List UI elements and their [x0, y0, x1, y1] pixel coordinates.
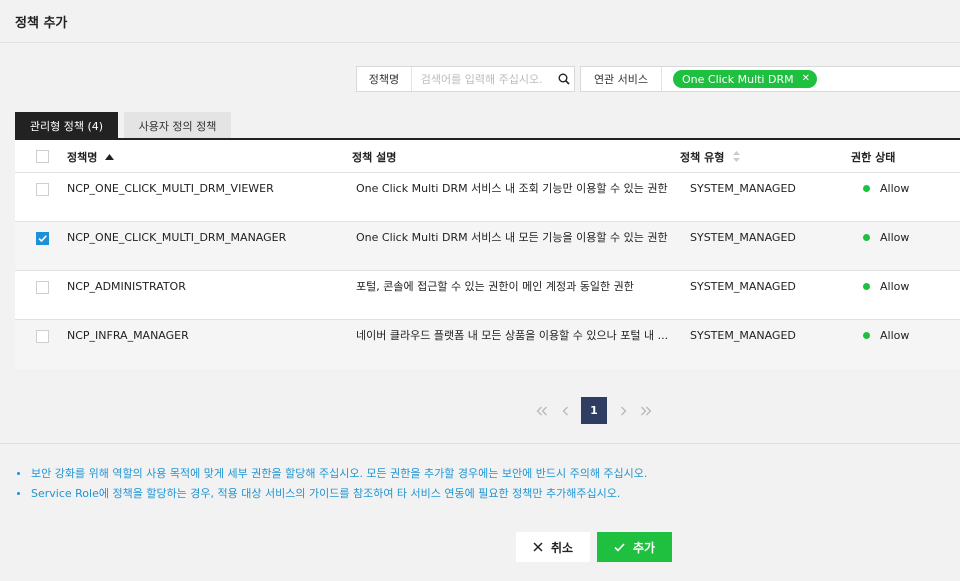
table-row[interactable]: NCP_ONE_CLICK_MULTI_DRM_MANAGER One Clic…: [15, 222, 960, 271]
column-header-status: 권한 상태: [851, 150, 896, 164]
policy-status: Allow: [863, 222, 909, 252]
table-row[interactable]: NCP_INFRA_MANAGER 네이버 클라우드 플랫폼 내 모든 상품을 …: [15, 320, 960, 369]
column-header-description: 정책 설명: [352, 150, 397, 164]
policy-name: NCP_ONE_CLICK_MULTI_DRM_MANAGER: [67, 230, 287, 244]
first-page-icon[interactable]: [534, 397, 550, 424]
status-dot-icon: [863, 233, 870, 241]
search-icon[interactable]: [555, 69, 574, 89]
policy-search: 정책명: [356, 66, 575, 92]
guide-notes: 보안 강화를 위해 역할의 사용 목적에 맞게 세부 권한을 할당해 주십시오.…: [17, 465, 647, 505]
section-divider: [0, 443, 960, 444]
row-checkbox[interactable]: [36, 281, 49, 294]
column-header-label: 정책 유형: [680, 150, 725, 164]
policy-status: Allow: [863, 173, 909, 203]
chip-close-icon[interactable]: ✕: [802, 74, 810, 84]
sort-asc-icon[interactable]: [105, 153, 115, 160]
status-label: Allow: [880, 181, 910, 195]
policy-status: Allow: [863, 271, 909, 301]
row-checkbox[interactable]: [36, 183, 49, 196]
search-label: 정책명: [357, 67, 412, 91]
status-label: Allow: [880, 328, 910, 342]
status-dot-icon: [863, 331, 870, 339]
policy-type: SYSTEM_MANAGED: [690, 181, 796, 195]
row-checkbox[interactable]: [36, 232, 49, 245]
column-header-type[interactable]: 정책 유형: [680, 140, 741, 173]
page-title: 정책 추가: [15, 16, 68, 31]
policy-description: One Click Multi DRM 서비스 내 조회 기능만 이용할 수 있…: [356, 182, 668, 195]
last-page-icon[interactable]: [638, 397, 654, 424]
policy-type: SYSTEM_MANAGED: [690, 230, 796, 244]
row-checkbox[interactable]: [36, 330, 49, 343]
page-number-current[interactable]: 1: [581, 397, 607, 424]
policy-type: SYSTEM_MANAGED: [690, 328, 796, 342]
policy-name: NCP_INFRA_MANAGER: [67, 328, 189, 342]
note-item: Service Role에 정책을 할당하는 경우, 적용 대상 서비스의 가이…: [17, 485, 647, 505]
note-text: 보안 강화를 위해 역할의 사용 목적에 맞게 세부 권한을 할당해 주십시오.…: [31, 467, 648, 480]
cancel-button[interactable]: 취소: [516, 532, 590, 562]
policy-description: 포털, 콘솔에 접근할 수 있는 권한이 메인 계정과 동일한 권한: [356, 280, 634, 293]
policy-description: One Click Multi DRM 서비스 내 모든 기능을 이용할 수 있…: [356, 231, 668, 244]
note-item: 보안 강화를 위해 역할의 사용 목적에 맞게 세부 권한을 할당해 주십시오.…: [17, 465, 647, 485]
next-page-icon[interactable]: [616, 397, 630, 424]
table-row[interactable]: NCP_ADMINISTRATOR 포털, 콘솔에 접근할 수 있는 권한이 메…: [15, 271, 960, 320]
cancel-button-label: 취소: [550, 540, 574, 555]
status-dot-icon: [863, 184, 870, 192]
column-header-label: 정책명: [67, 150, 98, 164]
search-input[interactable]: [420, 72, 555, 86]
policy-table: 정책명 정책 설명 정책 유형 권한 상태 NCP_ONE_CLICK_MULT…: [15, 138, 960, 369]
status-label: Allow: [880, 279, 910, 293]
bullet-icon: [17, 492, 20, 495]
select-all-checkbox[interactable]: [36, 150, 49, 163]
policy-name: NCP_ONE_CLICK_MULTI_DRM_VIEWER: [67, 181, 274, 195]
tab-managed-policies[interactable]: 관리형 정책 (4): [15, 112, 118, 139]
service-filter: 연관 서비스 One Click Multi DRM ✕: [580, 66, 960, 92]
policy-type: SYSTEM_MANAGED: [690, 279, 796, 293]
add-button-label: 추가: [632, 540, 656, 555]
policy-name: NCP_ADMINISTRATOR: [67, 279, 186, 293]
column-header-name[interactable]: 정책명: [67, 140, 115, 173]
table-row[interactable]: NCP_ONE_CLICK_MULTI_DRM_VIEWER One Click…: [15, 173, 960, 222]
sort-icon[interactable]: [732, 151, 741, 162]
prev-page-icon[interactable]: [558, 397, 572, 424]
check-icon: [614, 542, 625, 552]
tab-custom-policies[interactable]: 사용자 정의 정책: [124, 112, 231, 139]
close-icon: [533, 542, 543, 552]
note-text: Service Role에 정책을 할당하는 경우, 적용 대상 서비스의 가이…: [31, 487, 621, 500]
status-dot-icon: [863, 282, 870, 290]
service-filter-label: 연관 서비스: [581, 67, 662, 91]
page-header: 정책 추가: [0, 0, 960, 43]
table-header: 정책명 정책 설명 정책 유형 권한 상태: [15, 140, 960, 173]
policy-description: 네이버 클라우드 플랫폼 내 모든 상품을 이용할 수 있으나 포털 내 ...: [356, 329, 669, 342]
service-chip-label: One Click Multi DRM: [682, 72, 794, 86]
policy-status: Allow: [863, 320, 909, 350]
status-label: Allow: [880, 230, 910, 244]
service-chip: One Click Multi DRM ✕: [673, 70, 817, 88]
add-button[interactable]: 추가: [597, 532, 672, 562]
bullet-icon: [17, 472, 20, 475]
